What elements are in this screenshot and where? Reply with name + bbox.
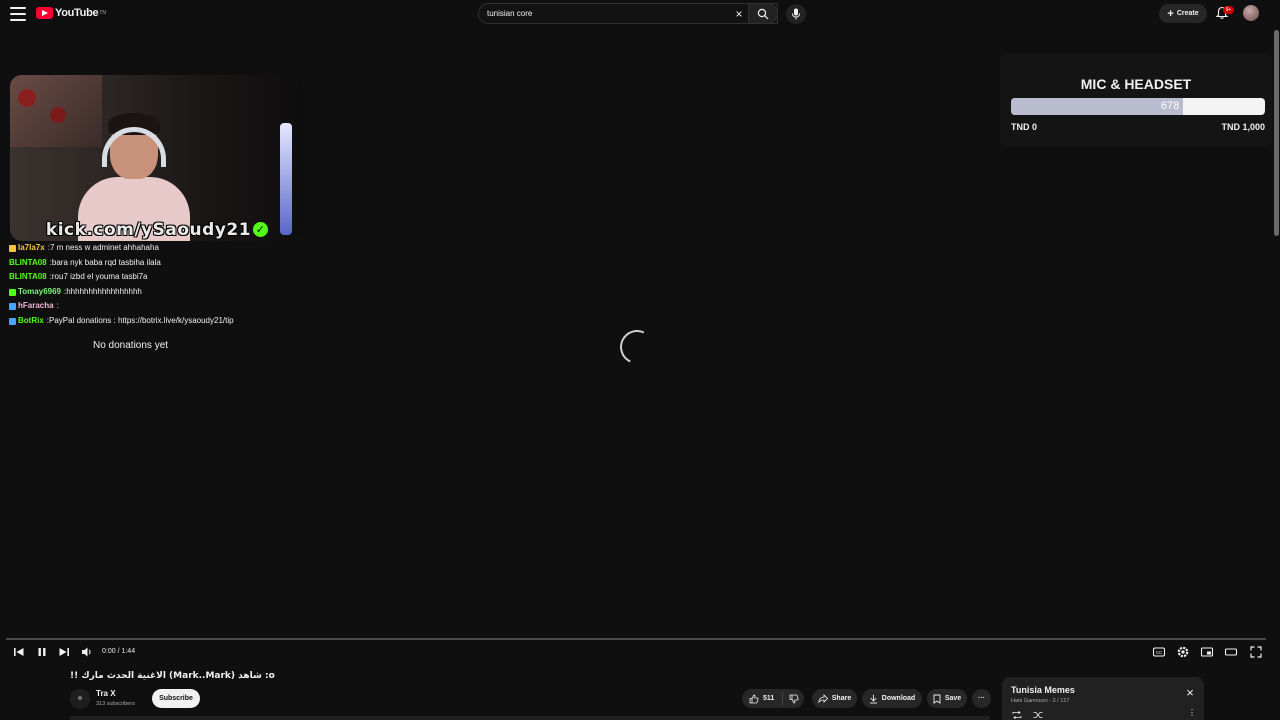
search-button[interactable] xyxy=(748,3,778,24)
like-dislike-divider xyxy=(782,692,783,705)
clear-search-icon[interactable]: × xyxy=(733,8,745,20)
chat-text: hhhhhhhhhhhhhhhhh xyxy=(66,286,142,296)
save-bookmark-icon xyxy=(933,694,941,704)
volume-icon[interactable] xyxy=(80,645,94,659)
hamburger-menu-icon[interactable] xyxy=(10,7,26,21)
svg-text:CC: CC xyxy=(1156,650,1163,655)
goal-progress-bar: 678 xyxy=(1011,98,1265,115)
save-label: Save xyxy=(944,695,962,702)
microphone-light xyxy=(280,123,292,235)
share-button[interactable]: Share xyxy=(812,689,857,708)
more-actions-button[interactable]: ··· xyxy=(972,689,991,708)
kick-channel-label: kick.com/ySaoudy21 ✓ xyxy=(10,220,304,240)
chat-text: PayPal donations : https://botrix.live/k… xyxy=(49,315,234,325)
search-input[interactable]: tunisian core xyxy=(487,9,532,18)
chat-message: BLINTA08: rou7 izbd el youma tasbi7a xyxy=(9,270,309,285)
like-count: 511 xyxy=(763,695,775,702)
time-display: 0:00 / 1:44 xyxy=(102,648,136,655)
description-box-edge xyxy=(70,716,990,720)
previous-icon[interactable] xyxy=(12,645,26,659)
search-box[interactable]: tunisian core × xyxy=(478,3,778,24)
chat-text: 7 m ness w adminet ahhahaha xyxy=(49,243,159,252)
chat-text: rou7 izbd el youma tasbi7a xyxy=(51,272,148,282)
verified-check-icon: ✓ xyxy=(253,222,269,237)
subscriber-count: 313 subscribers xyxy=(96,701,135,707)
chat-username: BLINTA08 xyxy=(9,272,47,282)
donation-goal-widget: MIC & HEADSET 678 TND 0 TND 1,000 xyxy=(1000,54,1272,146)
seek-bar[interactable] xyxy=(6,638,1266,640)
chat-badge-icon xyxy=(9,317,16,325)
playlist-subtitle: Hani Gannouni - 2 / 127 xyxy=(1011,698,1070,704)
playlist-menu-icon[interactable]: ⋮ xyxy=(1188,709,1196,717)
chat-message: BLINTA08: bara nyk baba rqd tasbiha ilal… xyxy=(9,256,309,271)
chat-separator: : xyxy=(56,301,59,311)
like-icon[interactable] xyxy=(749,694,759,704)
channel-avatar[interactable] xyxy=(70,689,90,709)
create-label: Create xyxy=(1176,10,1199,17)
goal-current-value: 678 xyxy=(1160,100,1180,112)
chat-message: la7la7x: 7 m ness w adminet ahhahaha xyxy=(9,241,309,256)
more-horizontal-icon: ··· xyxy=(978,695,985,702)
download-label: Download xyxy=(881,695,916,702)
create-button[interactable]: + Create xyxy=(1159,4,1207,23)
chat-message: BotRix: PayPal donations : https://botri… xyxy=(9,314,309,329)
save-button[interactable]: Save xyxy=(927,689,967,708)
download-icon xyxy=(869,694,877,703)
chat-text: bara nyk baba rqd tasbiha ilala xyxy=(51,257,161,267)
close-playlist-icon[interactable]: × xyxy=(1184,686,1196,699)
goal-max-label: TND 1,000 xyxy=(1221,122,1265,132)
kick-channel-text: kick.com/ySaoudy21 xyxy=(45,220,252,240)
chat-username: BotRix xyxy=(18,315,44,325)
player-controls: 0:00 / 1:44 CC xyxy=(0,642,1272,662)
chat-message: hFaracha: xyxy=(9,299,309,314)
settings-gear-icon[interactable] xyxy=(1176,645,1190,659)
account-avatar[interactable] xyxy=(1243,5,1259,21)
next-icon[interactable] xyxy=(57,645,71,659)
theater-mode-icon[interactable] xyxy=(1224,645,1238,659)
page-scrollbar[interactable] xyxy=(1274,30,1279,236)
loading-spinner-icon xyxy=(615,325,659,369)
logo-country-code: TN xyxy=(99,10,106,16)
notification-count-badge: 9+ xyxy=(1223,6,1234,14)
voice-search-button[interactable] xyxy=(786,4,806,24)
chat-badge-icon xyxy=(9,288,16,296)
chat-message: Tomay6969: hhhhhhhhhhhhhhhhh xyxy=(9,285,309,300)
channel-name[interactable]: Tra X xyxy=(96,689,116,698)
video-player[interactable]: kick.com/ySaoudy21 ✓ la7la7x: 7 m ness w … xyxy=(0,28,1272,664)
goal-title: MIC & HEADSET xyxy=(1080,76,1192,92)
microphone-icon xyxy=(792,8,800,20)
plus-icon: + xyxy=(1167,7,1174,20)
captions-icon[interactable]: CC xyxy=(1152,645,1166,659)
masthead: YouTube TN tunisian core × + Create 9+ xyxy=(0,0,1280,28)
youtube-play-icon xyxy=(36,7,53,19)
subscribe-button[interactable]: Subscribe xyxy=(152,689,200,708)
search-icon xyxy=(757,8,769,20)
streamer-webcam: kick.com/ySaoudy21 ✓ xyxy=(10,75,304,241)
chat-username: hFaracha xyxy=(18,301,54,311)
fullscreen-icon[interactable] xyxy=(1249,645,1263,659)
chat-username: Tomay6969 xyxy=(18,286,61,296)
youtube-logo[interactable]: YouTube TN xyxy=(36,7,106,19)
miniplayer-icon[interactable] xyxy=(1200,645,1214,659)
video-title: o: شاهد (Mark..Mark) الاغنية الحدث مارك … xyxy=(70,671,275,681)
no-donations-text: No donations yet xyxy=(93,340,169,351)
shuffle-icon[interactable] xyxy=(1033,711,1043,719)
chat-username: la7la7x xyxy=(18,243,45,252)
share-label: Share xyxy=(831,695,852,702)
share-icon xyxy=(818,694,828,703)
playlist-title[interactable]: Tunisia Memes xyxy=(1011,685,1075,695)
dislike-icon[interactable] xyxy=(789,694,799,704)
playlist-panel: Tunisia Memes Hani Gannouni - 2 / 127 × … xyxy=(1002,677,1204,720)
goal-min-label: TND 0 xyxy=(1011,122,1038,132)
pause-icon[interactable] xyxy=(35,645,49,659)
download-button[interactable]: Download xyxy=(862,689,922,708)
stream-chat-overlay: la7la7x: 7 m ness w adminet ahhahaha BLIN… xyxy=(9,241,309,329)
loop-icon[interactable] xyxy=(1012,711,1022,719)
chat-badge-icon xyxy=(9,303,16,311)
chat-badge-icon xyxy=(9,244,16,252)
logo-text: YouTube xyxy=(55,7,99,19)
chat-username: BLINTA08 xyxy=(9,257,47,267)
